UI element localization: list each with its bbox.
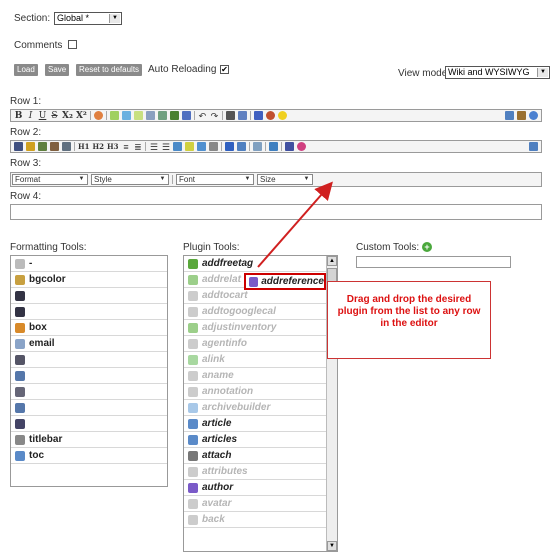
drag-arrow: [257, 181, 333, 268]
drag-drop-callout: Drag and drop the desired plugin from th…: [327, 281, 491, 359]
drag-arrow-overlay: [257, 181, 333, 268]
